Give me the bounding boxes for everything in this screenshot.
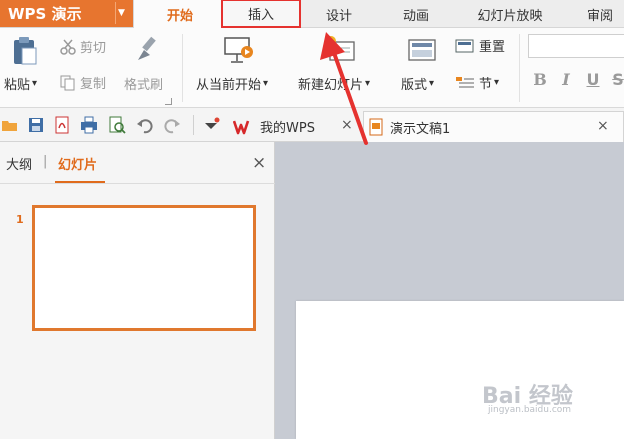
layout-icon: [408, 39, 436, 61]
slides-panel: 大纲 | 幻灯片 × 1: [0, 142, 275, 439]
tab-review[interactable]: 审阅: [572, 0, 624, 28]
app-name: WPS 演示: [8, 5, 82, 23]
tab-insert[interactable]: 插入: [221, 0, 301, 28]
presentation-file-icon: [369, 118, 383, 136]
close-tab-presentation1-icon[interactable]: ×: [597, 118, 609, 134]
app-menu-caret-icon[interactable]: ▼: [115, 2, 127, 24]
tab-presentation1-label: 演示文稿1: [390, 121, 451, 137]
save-icon[interactable]: [27, 116, 45, 134]
underline-button[interactable]: U: [584, 70, 602, 89]
section-button[interactable]: 节 ▾: [455, 73, 499, 92]
brush-icon: [138, 36, 156, 60]
reset-button[interactable]: 重置: [455, 36, 505, 55]
ribbon-divider: [519, 34, 520, 102]
clipboard-icon: [14, 37, 37, 65]
customize-dropdown-icon[interactable]: [202, 116, 220, 134]
tab-home[interactable]: 开始: [133, 0, 227, 29]
tab-outline[interactable]: 大纲: [6, 154, 32, 173]
scissors-icon: [60, 39, 76, 55]
pdf-icon[interactable]: [53, 116, 71, 134]
ribbon-divider: [182, 34, 183, 102]
cut-button[interactable]: 剪切: [60, 37, 106, 56]
close-panel-icon[interactable]: ×: [252, 153, 266, 173]
new-slide-button[interactable]: 新建幻灯片 ▾: [298, 34, 390, 100]
close-tab-my-wps-icon[interactable]: ×: [341, 117, 353, 133]
reset-icon: [455, 39, 474, 52]
active-tab-underline: [55, 181, 105, 183]
font-name-input[interactable]: [528, 34, 624, 58]
italic-button[interactable]: I: [557, 70, 575, 89]
projector-play-icon: [224, 37, 253, 63]
tab-slides[interactable]: 幻灯片: [58, 154, 97, 173]
tab-my-wps-label: 我的WPS: [260, 121, 315, 136]
from-current-button[interactable]: 从当前开始 ▾: [194, 34, 288, 100]
bold-button[interactable]: B: [531, 70, 549, 89]
tab-design[interactable]: 设计: [306, 0, 372, 28]
format-painter-button[interactable]: 格式刷: [124, 34, 172, 100]
paste-label: 粘贴 ▾: [4, 78, 38, 93]
print-preview-icon[interactable]: [108, 116, 126, 134]
from-current-label: 从当前开始 ▾: [196, 78, 269, 93]
clipboard-launcher-icon[interactable]: [165, 98, 172, 105]
new-slide-icon: [326, 36, 355, 61]
new-slide-label: 新建幻灯片 ▾: [298, 78, 371, 93]
slides-panel-header: 大纲 | 幻灯片 ×: [0, 142, 275, 184]
paste-button[interactable]: 粘贴 ▾: [4, 34, 48, 100]
slide-canvas[interactable]: [296, 301, 624, 439]
quick-access-bar: 我的WPS × 演示文稿1 ×: [0, 108, 624, 142]
tab-my-wps[interactable]: 我的WPS ×: [230, 111, 358, 142]
undo-icon[interactable]: [136, 116, 154, 134]
ribbon: 粘贴 ▾ 剪切 复制 格式刷 从当前开始 ▾ 新建幻灯片 ▾ 版式 ▾ 重置 节…: [0, 28, 624, 108]
copy-icon: [60, 75, 75, 90]
tab-animation[interactable]: 动画: [383, 0, 449, 28]
tab-slideshow[interactable]: 幻灯片放映: [460, 0, 560, 28]
print-icon[interactable]: [80, 116, 98, 134]
redo-icon[interactable]: [163, 116, 181, 134]
slide-thumbnail[interactable]: [32, 205, 256, 331]
menu-bar: WPS 演示 ▼ 开始 插入 设计 动画 幻灯片放映 审阅: [0, 0, 624, 29]
open-folder-icon[interactable]: [1, 116, 19, 134]
quickbar-divider: [193, 115, 194, 135]
format-painter-label: 格式刷: [124, 78, 164, 93]
app-menu-button[interactable]: WPS 演示 ▼: [0, 0, 133, 27]
strikethrough-button[interactable]: S: [609, 70, 624, 89]
slide-number: 1: [16, 213, 24, 226]
layout-button[interactable]: 版式 ▾: [399, 34, 447, 100]
section-icon: [456, 76, 474, 87]
layout-label: 版式 ▾: [401, 78, 435, 93]
watermark-url: jingyan.baidu.com: [488, 405, 572, 415]
copy-button[interactable]: 复制: [60, 73, 106, 92]
tab-presentation1[interactable]: 演示文稿1 ×: [363, 111, 624, 142]
panel-tab-divider: |: [43, 154, 48, 169]
wps-logo-icon: [233, 120, 250, 134]
